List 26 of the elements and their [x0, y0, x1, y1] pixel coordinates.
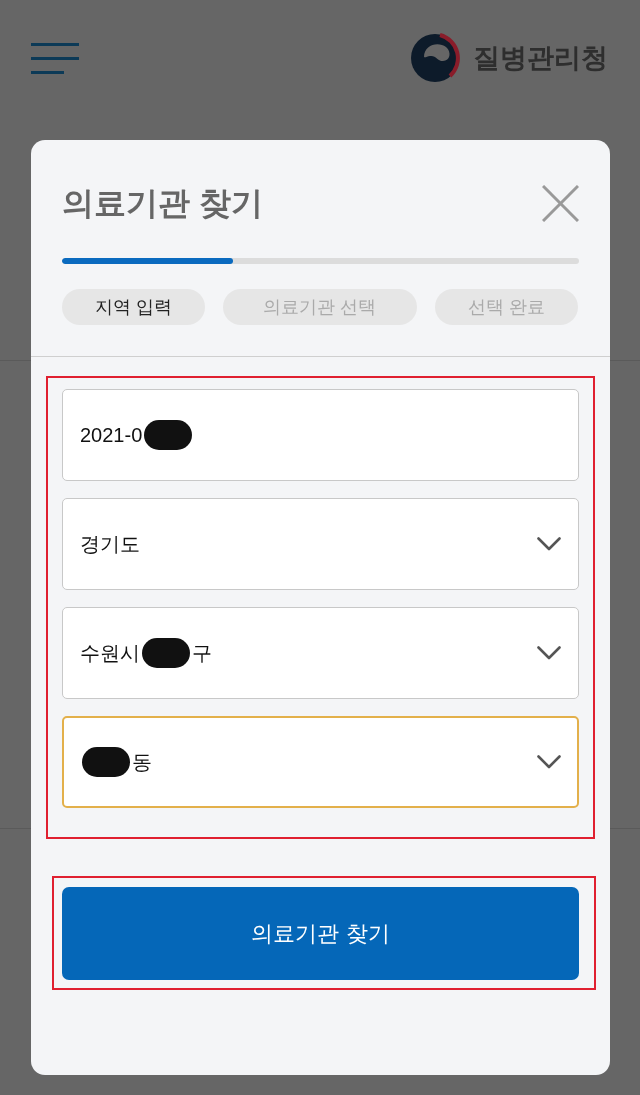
dialog-title: 의료기관 찾기	[62, 184, 263, 223]
menu-icon	[31, 42, 79, 74]
redaction-blob	[144, 420, 193, 450]
chevron-down-icon	[537, 646, 561, 660]
select-field[interactable]: 동	[62, 716, 579, 808]
select-field[interactable]: 수원시 구	[62, 607, 579, 699]
close-icon	[542, 184, 579, 222]
field-text: 수원시	[80, 641, 140, 666]
step-indicator: 지역 입력	[62, 289, 205, 325]
agency-name: 질병관리청	[473, 41, 608, 75]
redaction-blob	[142, 638, 190, 668]
field-text: 2021-0	[80, 423, 143, 448]
field-text: 동	[132, 750, 152, 775]
menu-button[interactable]	[31, 42, 79, 74]
chevron-down-icon	[537, 537, 561, 551]
swirl-emblem-icon	[410, 33, 460, 83]
date-field[interactable]: 2021-0	[62, 389, 579, 481]
field-text: 구	[192, 641, 212, 666]
select-field[interactable]: 경기도	[62, 498, 579, 590]
find-institution-button[interactable]: 의료기관 찾기	[62, 887, 579, 980]
chevron-down-icon	[537, 755, 561, 769]
step-indicator: 의료기관 선택	[223, 289, 417, 325]
field-text: 경기도	[80, 532, 140, 557]
step-indicator: 선택 완료	[435, 289, 578, 325]
close-button[interactable]	[542, 184, 579, 222]
redaction-blob	[82, 747, 130, 777]
